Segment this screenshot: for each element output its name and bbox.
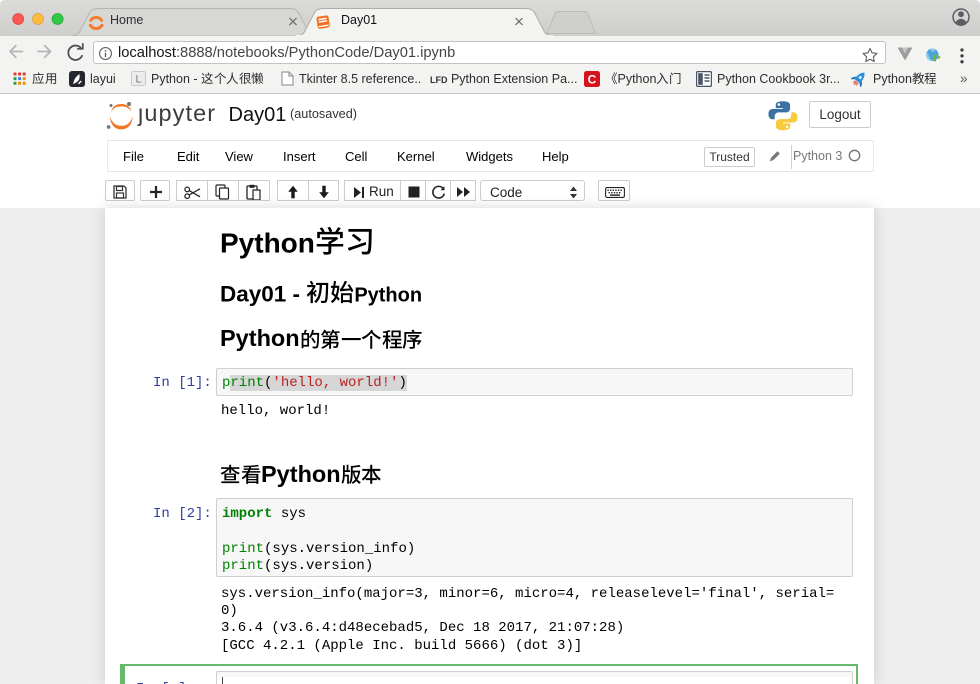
svg-text:Home: Home: [110, 13, 143, 27]
svg-text:L: L: [135, 74, 141, 86]
svg-text:C: C: [588, 72, 597, 86]
svg-text:Day01: Day01: [341, 13, 377, 27]
